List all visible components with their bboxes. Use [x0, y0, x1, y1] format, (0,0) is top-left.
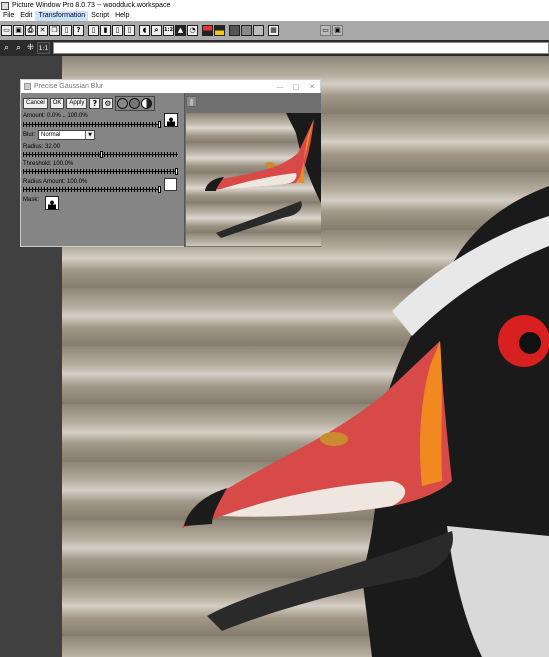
gear-icon[interactable]: ⚙	[102, 98, 114, 109]
color-swatch-2-icon[interactable]	[214, 25, 225, 36]
radius-slider[interactable]	[23, 151, 178, 158]
grey-mode-icon[interactable]	[229, 25, 240, 36]
radius-label: Radius: 32.00	[23, 144, 61, 150]
preview-duck	[205, 113, 321, 238]
mask-button[interactable]	[45, 196, 59, 210]
blur-label: Blur:	[23, 132, 36, 138]
preview-pin-icon[interactable]	[186, 96, 197, 107]
menu-help[interactable]: Help	[112, 11, 132, 21]
secondary-toolbar: ⌕ ⌕ ⁜ 1:1	[0, 40, 549, 56]
color-swatch-icon[interactable]	[202, 25, 213, 36]
mouse-icon[interactable]: ◖	[139, 25, 150, 36]
grid-icon[interactable]: ▦	[268, 25, 279, 36]
amount-slider-thumb[interactable]	[158, 121, 161, 128]
zoom-1-1-button[interactable]: 1:1	[37, 42, 50, 54]
magnifier-icon[interactable]: ⌕	[151, 25, 162, 36]
chevron-down-icon[interactable]: ▼	[85, 131, 94, 139]
preview-image[interactable]	[186, 113, 321, 246]
ok-button[interactable]: OK	[49, 98, 65, 109]
menu-edit[interactable]: Edit	[17, 11, 35, 21]
radius-slider-thumb[interactable]	[100, 151, 103, 158]
paste-icon[interactable]: ▯	[61, 25, 72, 36]
copy-icon[interactable]: ❐	[49, 25, 60, 36]
main-toolbar: ▭ ▣ ⎙ ✕ ❐ ▯ ? ▯ ▮ ▯ ▯ ◖ ⌕ 1:2 ▲ ◔ ▦ ▭ ▣	[0, 21, 549, 40]
view-mode-group	[115, 96, 156, 111]
radius-amount-slider[interactable]	[23, 186, 161, 193]
page-icon[interactable]: ▯	[124, 25, 135, 36]
zoom-ratio-icon[interactable]: 1:2	[163, 25, 174, 36]
help-button[interactable]: ?	[89, 98, 101, 109]
menu-bar: File Edit Transformation Script Help	[0, 11, 549, 21]
threshold-label: Threshold: 100.0%	[23, 161, 74, 167]
panel-2-icon[interactable]: ▣	[332, 25, 343, 36]
panel-icon[interactable]: ▭	[320, 25, 331, 36]
menu-transformation[interactable]: Transformation	[35, 11, 89, 21]
light-mode-icon[interactable]	[253, 25, 264, 36]
menu-script[interactable]: Script	[88, 11, 112, 21]
fit-icon[interactable]: ⁜	[25, 42, 36, 54]
single-view-icon[interactable]: ▯	[88, 25, 99, 36]
amount-label: Amount: 0.0% .. 100.0%	[23, 113, 88, 119]
close-dialog-button[interactable]: ✕	[304, 83, 320, 91]
window-title: Picture Window Pro 8.0.73 -- woodduck.wo…	[12, 2, 171, 9]
cancel-button[interactable]: Cancel	[23, 98, 48, 109]
gaussian-blur-dialog: Precise Gaussian Blur — □ ✕ Cancel OK Ap…	[20, 79, 321, 247]
menu-file[interactable]: File	[0, 11, 17, 21]
dialog-controls: Cancel OK Apply ? ⚙ Amount: 0.0% .. 100.…	[21, 93, 184, 247]
dual-view-icon[interactable]: ▯	[112, 25, 123, 36]
maximize-button[interactable]: □	[288, 83, 304, 91]
zoom-out-icon[interactable]: ⌕	[13, 42, 24, 54]
zoom-in-icon[interactable]: ⌕	[1, 42, 12, 54]
split-view-icon[interactable]: ▮	[100, 25, 111, 36]
preview-panel	[184, 93, 321, 247]
close-icon[interactable]: ✕	[37, 25, 48, 36]
amount-mask-button[interactable]	[164, 113, 178, 127]
circle-dark-icon[interactable]	[129, 98, 141, 109]
app-icon	[1, 1, 9, 10]
amount-slider[interactable]	[23, 121, 161, 128]
blur-select[interactable]: Normal ▼	[38, 130, 95, 140]
help-icon[interactable]: ?	[73, 25, 84, 36]
dialog-titlebar: Precise Gaussian Blur — □ ✕	[21, 80, 320, 93]
radius-amount-swatch[interactable]	[164, 178, 177, 191]
dialog-title: Precise Gaussian Blur	[34, 83, 104, 90]
path-field[interactable]	[53, 42, 549, 54]
blur-select-value: Normal	[41, 132, 61, 138]
new-icon[interactable]: ▭	[1, 25, 12, 36]
print-icon[interactable]: ⎙	[25, 25, 36, 36]
mid-mode-icon[interactable]	[241, 25, 252, 36]
window-titlebar: Picture Window Pro 8.0.73 -- woodduck.wo…	[0, 0, 549, 11]
apply-button[interactable]: Apply	[66, 98, 88, 109]
threshold-slider-thumb[interactable]	[175, 168, 178, 175]
open-icon[interactable]: ▣	[13, 25, 24, 36]
threshold-slider[interactable]	[23, 168, 178, 175]
circle-grey-icon[interactable]	[117, 98, 129, 109]
dialog-icon	[24, 83, 31, 90]
histogram-icon[interactable]: ▲	[175, 25, 186, 36]
circle-half-icon[interactable]	[141, 98, 153, 109]
dial-icon[interactable]: ◔	[187, 25, 198, 36]
radius-amount-label: Radius Amount: 100.0%	[23, 179, 88, 185]
mask-label: Mask:	[23, 197, 40, 203]
minimize-button[interactable]: —	[272, 83, 288, 91]
radius-amount-slider-thumb[interactable]	[158, 186, 161, 193]
